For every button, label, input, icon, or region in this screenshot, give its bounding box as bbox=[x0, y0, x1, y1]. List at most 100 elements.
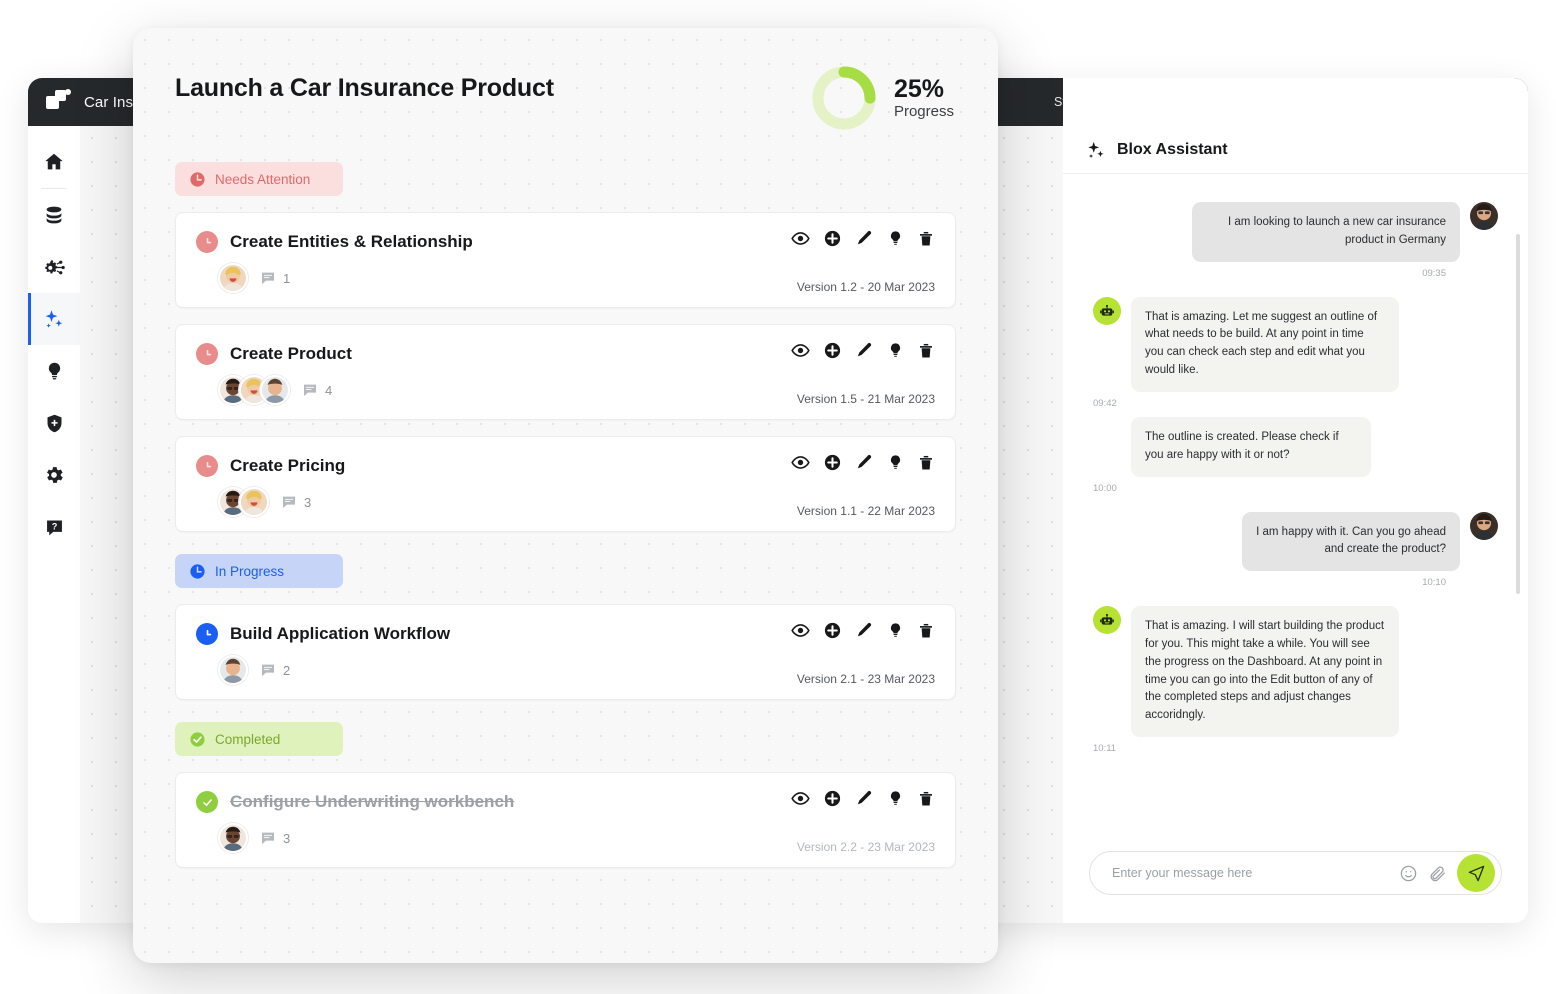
message-item: That is amazing. I will start building t… bbox=[1093, 606, 1498, 737]
assistant-panel: Blox Assistant I am looking to launch a … bbox=[1063, 78, 1528, 923]
send-icon bbox=[1467, 864, 1486, 883]
comment-icon bbox=[281, 494, 297, 510]
status-badge-label: Completed bbox=[215, 732, 280, 747]
delete-icon[interactable] bbox=[917, 790, 935, 808]
avatar bbox=[239, 487, 269, 517]
status-badge-completed: Completed bbox=[175, 722, 343, 756]
edit-icon[interactable] bbox=[855, 453, 874, 472]
comment-count-label: 4 bbox=[325, 383, 332, 398]
message-input-container[interactable] bbox=[1089, 851, 1502, 895]
delete-icon[interactable] bbox=[917, 230, 935, 248]
message-item: I am happy with it. Can you go ahead and… bbox=[1093, 512, 1498, 572]
check-circle-icon bbox=[189, 731, 206, 748]
edit-icon[interactable] bbox=[855, 621, 874, 640]
message-item: That is amazing. Let me suggest an outli… bbox=[1093, 297, 1498, 392]
progress-percent: 25% bbox=[894, 76, 954, 102]
clock-icon bbox=[189, 563, 206, 580]
sparkles-icon bbox=[1085, 139, 1107, 161]
assignee-avatars[interactable] bbox=[218, 823, 248, 853]
sidebar-item-data[interactable] bbox=[28, 189, 80, 241]
message-bubble: That is amazing. Let me suggest an outli… bbox=[1131, 297, 1399, 392]
delete-icon[interactable] bbox=[917, 342, 935, 360]
add-icon[interactable] bbox=[823, 789, 842, 808]
attachment-icon[interactable] bbox=[1428, 864, 1447, 883]
sidebar-item-home[interactable] bbox=[28, 136, 80, 188]
add-icon[interactable] bbox=[823, 621, 842, 640]
avatar bbox=[1470, 512, 1498, 540]
comment-count[interactable]: 1 bbox=[260, 270, 290, 286]
comment-count-label: 3 bbox=[304, 495, 311, 510]
assignee-avatars[interactable] bbox=[218, 655, 248, 685]
add-icon[interactable] bbox=[823, 341, 842, 360]
status-badge-needs-attention: Needs Attention bbox=[175, 162, 343, 196]
task-card[interactable]: Create Entities & Relationship 1 bbox=[175, 212, 956, 308]
view-icon[interactable] bbox=[791, 229, 810, 248]
status-badge-label: In Progress bbox=[215, 564, 284, 579]
comment-count[interactable]: 3 bbox=[281, 494, 311, 510]
message-time: 10:00 bbox=[1093, 483, 1498, 494]
task-card[interactable]: Configure Underwriting workbench 3 bbox=[175, 772, 956, 868]
modal-header: Launch a Car Insurance Product 25% Progr… bbox=[133, 28, 998, 132]
edit-icon[interactable] bbox=[855, 229, 874, 248]
view-icon[interactable] bbox=[791, 341, 810, 360]
svg-text:?: ? bbox=[51, 521, 57, 531]
robot-icon bbox=[1099, 612, 1115, 628]
task-version: Version 1.2 - 20 Mar 2023 bbox=[797, 280, 935, 294]
sidebar-item-help[interactable]: ? bbox=[28, 501, 80, 553]
launch-product-modal: Launch a Car Insurance Product 25% Progr… bbox=[133, 28, 998, 963]
emoji-icon[interactable] bbox=[1399, 864, 1418, 883]
task-actions bbox=[791, 229, 935, 248]
message-time: 09:35 bbox=[1093, 268, 1498, 279]
task-title: Create Pricing bbox=[230, 456, 345, 476]
task-title: Configure Underwriting workbench bbox=[230, 792, 514, 812]
insight-icon[interactable] bbox=[887, 342, 904, 359]
sidebar-item-settings[interactable] bbox=[28, 449, 80, 501]
view-icon[interactable] bbox=[791, 621, 810, 640]
comment-count[interactable]: 4 bbox=[302, 382, 332, 398]
edit-icon[interactable] bbox=[855, 789, 874, 808]
sidebar-item-security[interactable] bbox=[28, 397, 80, 449]
sidebar-item-ai-assistant[interactable] bbox=[28, 293, 80, 345]
insight-icon[interactable] bbox=[887, 622, 904, 639]
sidebar-item-insights[interactable] bbox=[28, 345, 80, 397]
message-time: 10:11 bbox=[1093, 743, 1498, 754]
status-badge-in-progress: In Progress bbox=[175, 554, 343, 588]
sparkles-icon bbox=[42, 307, 66, 331]
chat-scrollbar[interactable] bbox=[1516, 234, 1520, 594]
assignee-avatars[interactable] bbox=[218, 263, 248, 293]
task-actions bbox=[791, 621, 935, 640]
comment-count[interactable]: 3 bbox=[260, 830, 290, 846]
view-icon[interactable] bbox=[791, 453, 810, 472]
task-card[interactable]: Build Application Workflow 2 bbox=[175, 604, 956, 700]
task-actions bbox=[791, 789, 935, 808]
assignee-avatars[interactable] bbox=[218, 375, 290, 405]
comment-count[interactable]: 2 bbox=[260, 662, 290, 678]
delete-icon[interactable] bbox=[917, 454, 935, 472]
home-icon bbox=[43, 151, 65, 173]
shield-plus-icon bbox=[44, 413, 65, 434]
progress-ring bbox=[810, 64, 878, 132]
message-bubble: I am happy with it. Can you go ahead and… bbox=[1242, 512, 1460, 572]
comment-icon bbox=[260, 662, 276, 678]
task-card[interactable]: Create Pricing 3 bbox=[175, 436, 956, 532]
task-actions bbox=[791, 341, 935, 360]
clock-icon bbox=[189, 171, 206, 188]
assignee-avatars[interactable] bbox=[218, 487, 269, 517]
avatar bbox=[218, 655, 248, 685]
sidebar-item-workflows[interactable] bbox=[28, 241, 80, 293]
task-actions bbox=[791, 453, 935, 472]
comment-icon bbox=[260, 270, 276, 286]
left-sidebar: ? bbox=[28, 126, 80, 923]
message-input[interactable] bbox=[1112, 866, 1389, 880]
insight-icon[interactable] bbox=[887, 454, 904, 471]
view-icon[interactable] bbox=[791, 789, 810, 808]
insight-icon[interactable] bbox=[887, 230, 904, 247]
send-button[interactable] bbox=[1457, 854, 1495, 892]
add-icon[interactable] bbox=[823, 229, 842, 248]
progress-summary: 25% Progress bbox=[810, 64, 954, 132]
delete-icon[interactable] bbox=[917, 622, 935, 640]
task-card[interactable]: Create Product bbox=[175, 324, 956, 420]
edit-icon[interactable] bbox=[855, 341, 874, 360]
add-icon[interactable] bbox=[823, 453, 842, 472]
insight-icon[interactable] bbox=[887, 790, 904, 807]
